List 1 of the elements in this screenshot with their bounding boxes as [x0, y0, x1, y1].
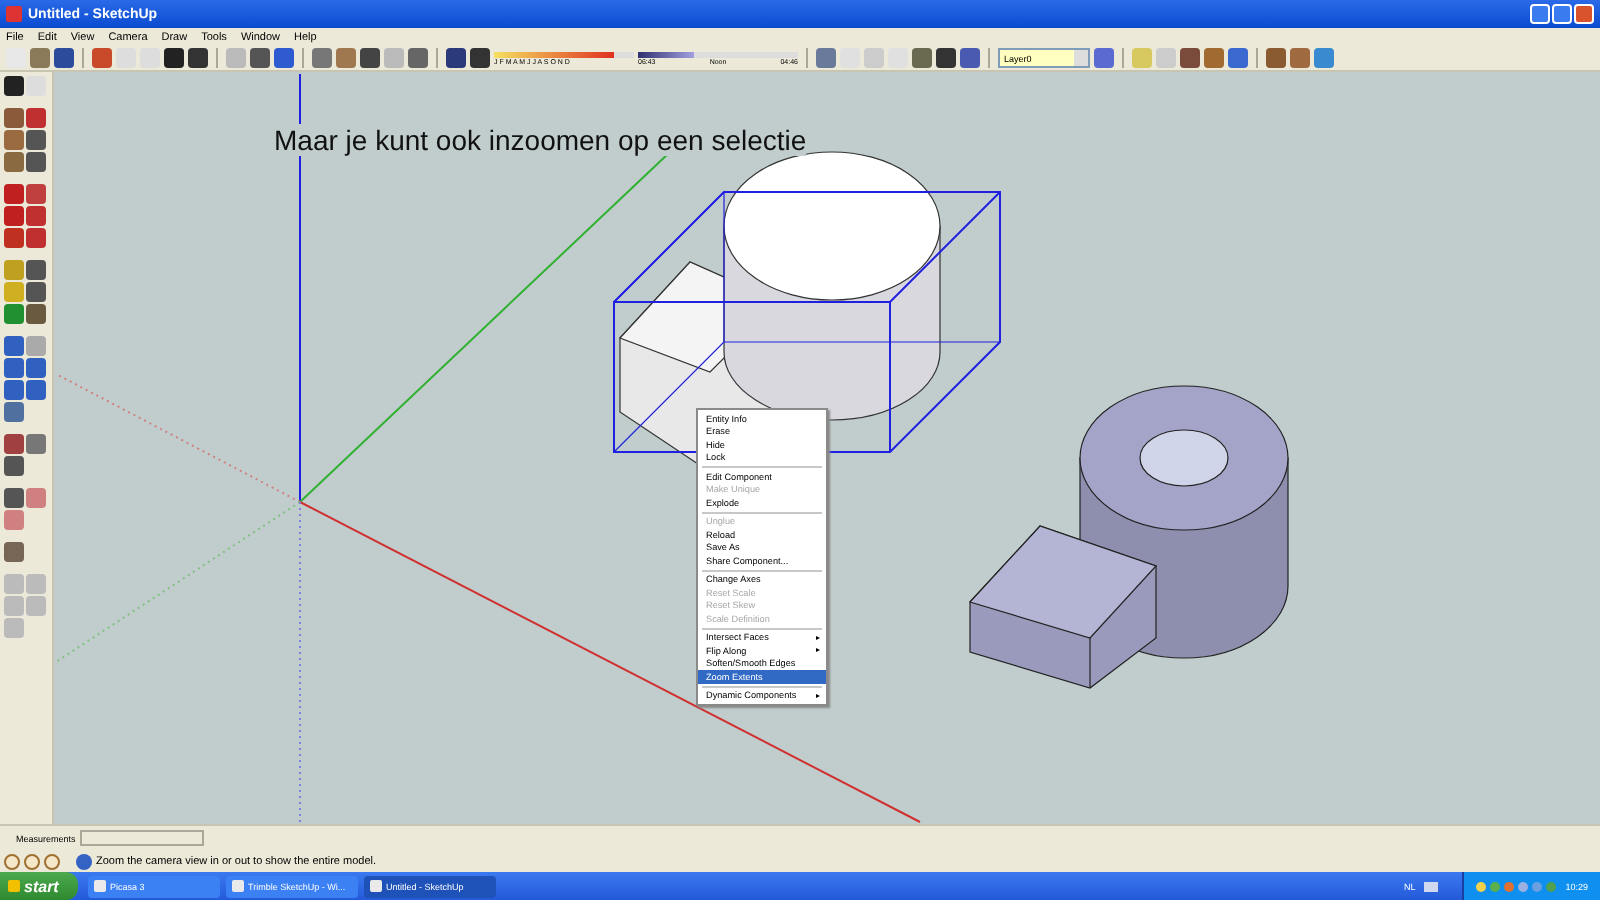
caption-text: Maar je kunt ook inzoomen op een selectie	[274, 124, 807, 156]
